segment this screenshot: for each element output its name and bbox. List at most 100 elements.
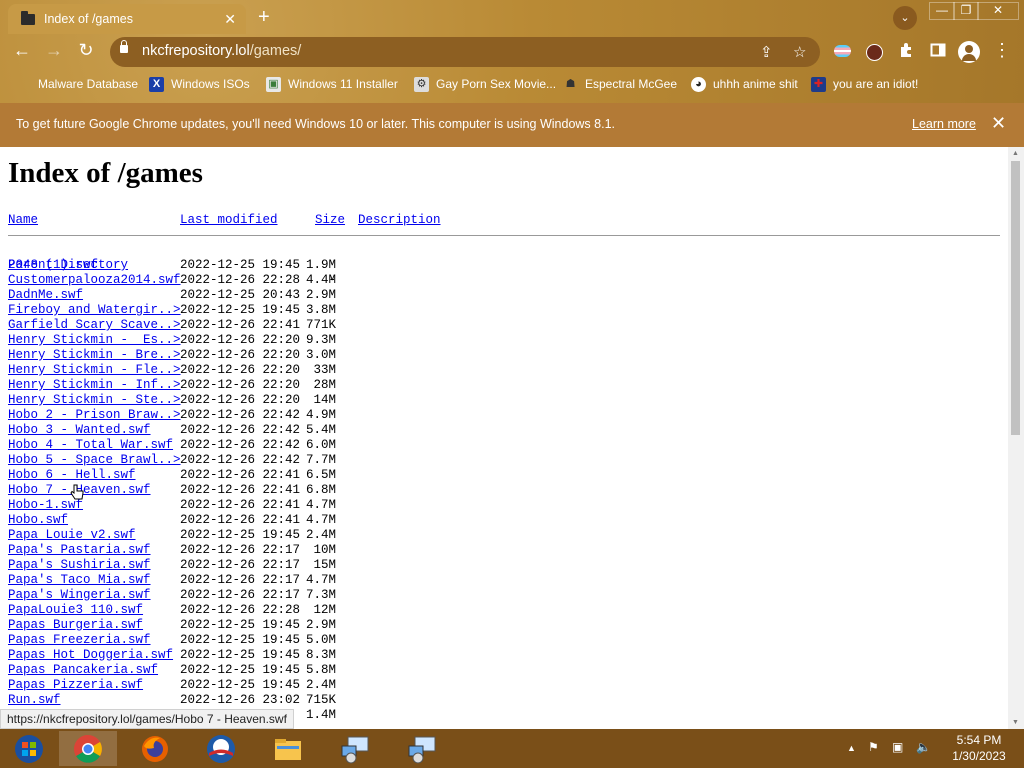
tab-close-button[interactable]: ✕: [224, 11, 236, 28]
file-link[interactable]: Hobo 3 - Wanted.swf: [8, 423, 151, 438]
obama-logo-icon: [207, 734, 235, 763]
scroll-down-arrow-icon[interactable]: ▼: [1012, 719, 1019, 726]
file-size: 1.9M: [305, 258, 336, 272]
file-date: 2022-12-26 22:42: [180, 438, 301, 452]
bookmark-espectral-mcgee[interactable]: ☗ Espectral McGee: [563, 74, 677, 94]
action-center-flag-icon[interactable]: ⚑: [868, 740, 879, 754]
file-size: 7.3M: [305, 588, 336, 602]
file-link[interactable]: Papas Burgeria.swf: [8, 618, 143, 633]
file-link[interactable]: Henry Stickmin - Ste..>: [8, 393, 181, 408]
file-link[interactable]: 2048 (1).swf: [8, 258, 98, 273]
file-link[interactable]: Henry Stickmin - Bre..>: [8, 348, 181, 363]
extension-flag-icon[interactable]: [834, 45, 851, 57]
file-link[interactable]: Hobo 4 - Total War.swf: [8, 438, 173, 453]
file-link[interactable]: Papa's Pastaria.swf: [8, 543, 151, 558]
column-size-header[interactable]: Size: [315, 213, 345, 227]
file-link[interactable]: Henry Stickmin - Inf..>: [8, 378, 181, 393]
file-size: 715K: [305, 693, 336, 707]
infobar-close-button[interactable]: ✕: [991, 113, 1006, 134]
bookmark-windows-isos[interactable]: X Windows ISOs: [149, 74, 250, 94]
file-date: 2022-12-26 22:17: [180, 573, 301, 587]
file-link[interactable]: Hobo 6 - Hell.swf: [8, 468, 136, 483]
system-clock[interactable]: 5:54 PM 1/30/2023: [945, 732, 1013, 764]
start-button[interactable]: [0, 731, 58, 766]
taskbar-remote-desktop-1[interactable]: [326, 731, 384, 766]
file-link[interactable]: Garfield Scary Scave..>: [8, 318, 181, 333]
page-scrollbar[interactable]: ▲ ▼: [1008, 147, 1024, 729]
taskbar-file-explorer[interactable]: [259, 731, 317, 766]
file-link[interactable]: Run.swf: [8, 693, 61, 708]
column-modified-header[interactable]: Last modified: [180, 213, 278, 227]
forward-button[interactable]: →: [42, 40, 66, 61]
extensions-puzzle-icon[interactable]: [897, 42, 915, 60]
file-link[interactable]: Hobo 5 - Space Brawl..>: [8, 453, 181, 468]
file-date: 2022-12-26 22:17: [180, 543, 301, 557]
show-hidden-icons-chevron-icon[interactable]: ▲: [847, 743, 856, 753]
reload-button[interactable]: ↻: [74, 40, 98, 61]
file-date: 2022-12-26 22:17: [180, 588, 301, 602]
back-button[interactable]: ←: [10, 40, 34, 61]
file-link[interactable]: Papas Pancakeria.swf: [8, 663, 158, 678]
file-date: 2022-12-26 22:28: [180, 273, 301, 287]
file-link[interactable]: Papa Louie v2.swf: [8, 528, 136, 543]
taskbar-obama-app[interactable]: [192, 731, 250, 766]
new-tab-button[interactable]: +: [258, 6, 270, 29]
file-link[interactable]: Hobo-1.swf: [8, 498, 83, 513]
file-link[interactable]: Papa's Wingeria.swf: [8, 588, 151, 603]
file-size: 3.0M: [305, 348, 336, 362]
chrome-menu-button[interactable]: ⋮: [990, 40, 1014, 61]
sort-name-link[interactable]: Name: [8, 213, 38, 227]
bookmark-malware-database[interactable]: Malware Database: [14, 74, 138, 94]
file-size: 14M: [313, 393, 336, 407]
bookmark-you-are-an-idiot[interactable]: ✚ you are an idiot!: [811, 74, 918, 94]
network-icon[interactable]: ▣: [892, 740, 903, 754]
address-bar[interactable]: nkcfrepository.lol/games/ ⇪ ☆: [110, 37, 820, 67]
file-link[interactable]: Papa's Taco Mia.swf: [8, 573, 151, 588]
maximize-button[interactable]: ❐: [953, 2, 979, 20]
volume-icon[interactable]: 🔈: [916, 740, 931, 754]
file-link[interactable]: Papas Hot Doggeria.swf: [8, 648, 173, 663]
bookmark-windows-11-installer[interactable]: ▣ Windows 11 Installer: [266, 74, 398, 94]
share-icon[interactable]: ⇪: [760, 43, 773, 61]
file-link[interactable]: Papa's Sushiria.swf: [8, 558, 151, 573]
file-link[interactable]: Hobo.swf: [8, 513, 68, 528]
bookmark-star-icon[interactable]: ☆: [793, 43, 806, 61]
file-size: 771K: [305, 318, 336, 332]
lock-icon[interactable]: [120, 40, 128, 53]
file-link[interactable]: Customerpalooza2014.swf: [8, 273, 181, 288]
file-link[interactable]: DadnMe.swf: [8, 288, 83, 303]
file-link[interactable]: Hobo 2 - Prison Braw..>: [8, 408, 181, 423]
learn-more-link[interactable]: Learn more: [912, 117, 976, 131]
file-size: 5.4M: [305, 423, 336, 437]
side-panel-icon[interactable]: [929, 42, 947, 60]
file-link[interactable]: Henry Stickmin - Es..>: [8, 333, 181, 348]
file-date: 2022-12-26 22:41: [180, 483, 301, 497]
file-link[interactable]: Henry Stickmin - Fle..>: [8, 363, 181, 378]
active-tab[interactable]: Index of /games ✕: [8, 4, 246, 34]
scroll-up-arrow-icon[interactable]: ▲: [1012, 150, 1019, 157]
taskbar-firefox[interactable]: [126, 731, 184, 766]
sort-size-link[interactable]: Size: [315, 213, 345, 227]
url-text[interactable]: nkcfrepository.lol/games/: [142, 43, 301, 59]
taskbar-remote-desktop-2[interactable]: [393, 731, 451, 766]
file-link[interactable]: Fireboy and Watergir..>: [8, 303, 181, 318]
url-domain: nkcfrepository.lol: [142, 43, 250, 59]
file-link[interactable]: Papas Freezeria.swf: [8, 633, 151, 648]
scrollbar-thumb[interactable]: [1011, 161, 1020, 435]
file-link[interactable]: Papas Pizzeria.swf: [8, 678, 143, 693]
column-description-header[interactable]: Description: [358, 213, 441, 227]
tab-search-button[interactable]: ⌄: [893, 6, 917, 30]
column-name-header[interactable]: Name: [8, 213, 38, 227]
folder-icon: [275, 738, 301, 760]
file-link[interactable]: PapaLouie3_110.swf: [8, 603, 143, 618]
file-size: 3.8M: [305, 303, 336, 317]
extension-avatar-icon[interactable]: [866, 44, 883, 61]
window-close-button[interactable]: ✕: [977, 2, 1019, 20]
bookmark-anime[interactable]: ◕ uhhh anime shit: [691, 74, 798, 94]
taskbar-chrome[interactable]: [59, 731, 117, 766]
bookmark-movie-site[interactable]: ⚙ Gay Porn Sex Movie...: [414, 74, 556, 94]
sort-description-link[interactable]: Description: [358, 213, 441, 227]
sort-modified-link[interactable]: Last modified: [180, 213, 278, 227]
profile-avatar-icon[interactable]: [958, 41, 980, 63]
minimize-button[interactable]: —: [929, 2, 955, 20]
